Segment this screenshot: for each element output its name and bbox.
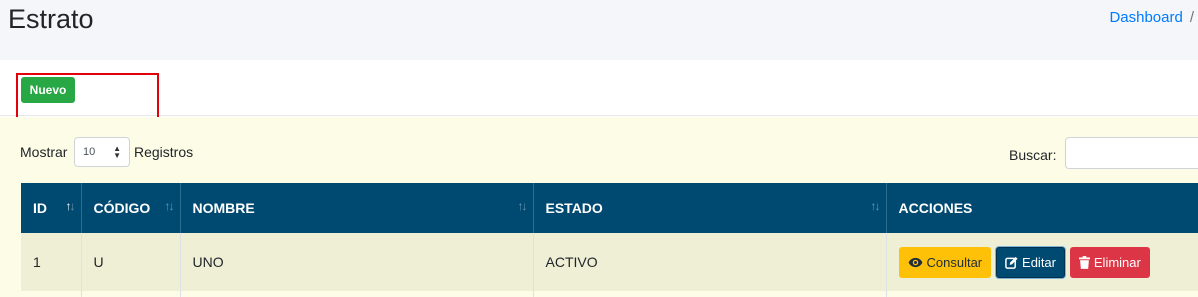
column-header-label: ESTADO <box>545 200 603 216</box>
search-label: Buscar: <box>1009 147 1057 163</box>
column-header-id[interactable]: ID ↑↓ <box>21 183 82 233</box>
table-row <box>21 291 1198 297</box>
cell-estado: ACTIVO <box>533 233 887 291</box>
table-row: 1 U UNO ACTIVO Consultar Editar Eliminar <box>21 233 1198 291</box>
card-body: Mostrar 10 ▲ ▼ Registros Buscar: ID ↑↓ CÓD… <box>0 117 1198 297</box>
delete-button[interactable]: Eliminar <box>1069 246 1150 278</box>
cell-nombre: UNO <box>180 233 534 291</box>
length-label: Mostrar <box>20 144 68 160</box>
eye-icon <box>908 257 922 267</box>
select-arrows-icon: ▲ ▼ <box>113 144 121 160</box>
search-input[interactable] <box>1065 137 1198 169</box>
table-header-row: ID ↑↓ CÓDIGO ↑↓ NOMBRE ↑↓ ESTADO ↑↓ ACCIONES <box>21 183 1198 233</box>
length-select-value: 10 <box>83 146 96 158</box>
card-header: Nuevo <box>0 60 1198 119</box>
new-button[interactable]: Nuevo <box>21 77 75 103</box>
cell-actions: Consultar Editar Eliminar <box>886 233 1198 291</box>
column-header-label: ID <box>33 200 47 216</box>
column-header-label: CÓDIGO <box>93 200 151 216</box>
trash-icon <box>1078 255 1090 269</box>
sort-icon: ↑↓ <box>164 199 175 213</box>
view-button-label: Consultar <box>926 254 983 270</box>
breadcrumb-separator: / <box>1189 9 1194 26</box>
breadcrumb-dashboard-link[interactable]: Dashboard <box>1109 9 1182 26</box>
delete-button-label: Eliminar <box>1093 254 1141 270</box>
length-select[interactable]: 10 ▲ ▼ <box>74 137 130 167</box>
sort-asc-icon: ↑↓ <box>65 199 76 213</box>
content-card: Nuevo Mostrar 10 ▲ ▼ Registros Buscar: ID… <box>0 60 1198 297</box>
edit-button-label: Editar <box>1022 254 1056 270</box>
data-table: ID ↑↓ CÓDIGO ↑↓ NOMBRE ↑↓ ESTADO ↑↓ ACCIONES… <box>21 183 1198 297</box>
edit-button[interactable]: Editar <box>996 246 1065 278</box>
edit-icon <box>1005 256 1018 269</box>
sort-icon: ↑↓ <box>870 199 881 213</box>
view-button[interactable]: Consultar <box>898 246 992 278</box>
cell-id: 1 <box>21 233 82 291</box>
column-header-estado[interactable]: ESTADO ↑↓ <box>533 183 887 233</box>
cell-codigo: U <box>81 233 181 291</box>
sort-icon: ↑↓ <box>517 199 528 213</box>
length-suffix: Registros <box>134 144 194 160</box>
column-header-label: ACCIONES <box>898 200 973 216</box>
column-header-codigo[interactable]: CÓDIGO ↑↓ <box>81 183 181 233</box>
page-title: Estrato <box>8 4 94 34</box>
column-header-nombre[interactable]: NOMBRE ↑↓ <box>180 183 534 233</box>
column-header-acciones: ACCIONES <box>886 183 1198 233</box>
breadcrumb: Dashboard / <box>1109 9 1194 26</box>
column-header-label: NOMBRE <box>192 200 255 216</box>
